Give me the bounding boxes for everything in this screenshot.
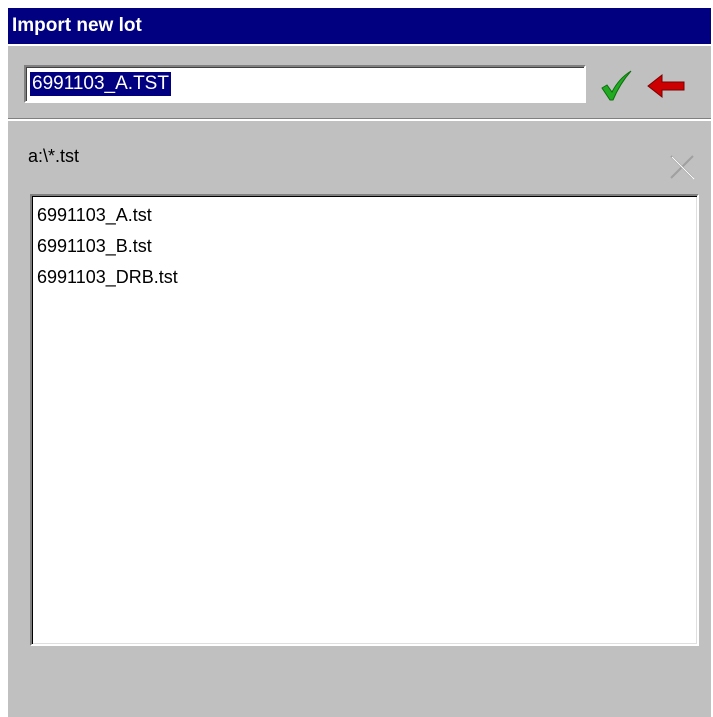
lot-name-input[interactable]: 6991103_A.TST [24, 65, 586, 103]
import-lot-dialog: Import new lot 6991103_A.TST a:\*.tst 69… [8, 8, 711, 717]
file-list[interactable]: 6991103_A.tst 6991103_B.tst 6991103_DRB.… [30, 194, 699, 646]
close-icon [670, 155, 695, 180]
checkmark-icon [601, 70, 632, 101]
file-list-item[interactable]: 6991103_B.tst [37, 231, 692, 262]
lot-name-selected-text: 6991103_A.TST [30, 72, 171, 96]
file-list-item[interactable]: 6991103_A.tst [37, 200, 692, 231]
back-button[interactable] [646, 72, 688, 100]
confirm-button[interactable] [598, 68, 634, 104]
file-filter-path: a:\*.tst [28, 146, 80, 166]
clear-filter-button[interactable] [668, 153, 696, 181]
lot-entry-panel: 6991103_A.TST [8, 46, 711, 118]
file-list-item[interactable]: 6991103_DRB.tst [37, 262, 692, 293]
dialog-title: Import new lot [8, 8, 711, 44]
panel-separator [8, 118, 711, 121]
arrow-left-icon [647, 73, 685, 99]
